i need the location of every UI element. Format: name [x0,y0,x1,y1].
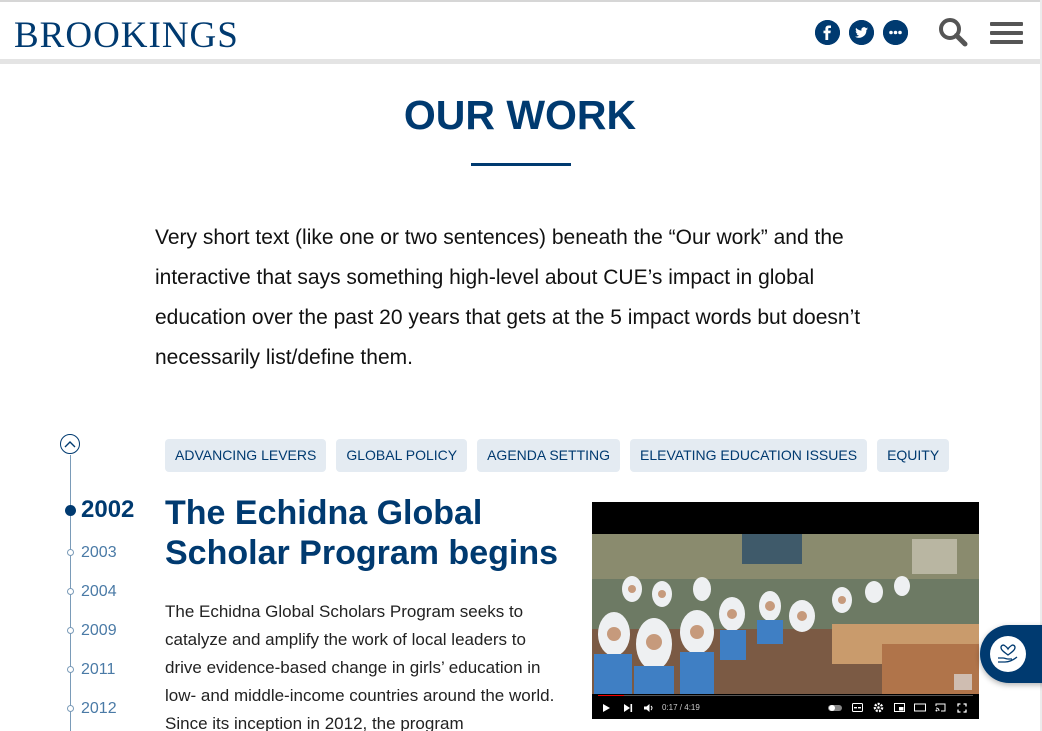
fullscreen-icon[interactable] [957,703,967,713]
tag-advancing-levers[interactable]: ADVANCING LEVERS [165,439,327,472]
section-title: OUR WORK [403,92,637,138]
autoplay-toggle-icon[interactable] [828,704,842,712]
video-frame-classroom [592,534,979,694]
tag-agenda-setting[interactable]: AGENDA SETTING [477,439,621,472]
play-icon[interactable] [602,703,611,713]
timeline-dot-active [65,505,76,516]
timeline-dot [67,705,74,712]
item-body: The Echidna Global Scholars Program seek… [165,602,555,731]
cast-icon[interactable] [935,703,946,712]
miniplayer-icon[interactable] [894,703,905,712]
search-icon[interactable] [937,16,969,48]
more-icon[interactable] [883,20,908,45]
video-time: 0:17 / 4:19 [662,703,700,712]
item-title: The Echidna Global Scholar Program begin… [165,494,558,572]
timeline-dot [67,666,74,673]
hamburger-menu-icon[interactable] [990,22,1023,44]
tag-elevating-education-issues[interactable]: ELEVATING EDUCATION ISSUES [630,439,868,472]
timeline-up-button[interactable] [60,434,80,454]
tag-global-policy[interactable]: GLOBAL POLICY [336,439,468,472]
facebook-icon[interactable] [815,20,840,45]
site-header: BROOKINGS [0,2,1040,64]
volume-icon[interactable] [643,703,654,713]
brookings-logo[interactable]: BROOKINGS [14,14,239,57]
theater-mode-icon[interactable] [914,703,926,712]
intro-text: Very short text (like one or two sentenc… [155,226,861,369]
captions-icon[interactable] [852,703,863,712]
chevron-up-icon [64,441,76,448]
timeline-year-2012[interactable]: 2012 [81,700,117,718]
next-icon[interactable] [623,703,633,713]
timeline-year-2003[interactable]: 2003 [81,544,117,562]
timeline-dot [67,588,74,595]
timeline-year-2011[interactable]: 2011 [81,661,115,679]
video-controls: 0:17 / 4:19 [592,696,979,719]
heart-hand-icon [990,636,1026,672]
timeline-year-2009[interactable]: 2009 [81,622,117,640]
video-player[interactable]: 0:17 / 4:19 [592,502,979,719]
donate-floating-button[interactable] [980,625,1042,683]
settings-gear-icon[interactable] [873,702,884,713]
timeline-year-2004[interactable]: 2004 [81,583,117,601]
impact-tags: ADVANCING LEVERS GLOBAL POLICY AGENDA SE… [165,439,950,472]
timeline-dot [67,549,74,556]
twitter-icon[interactable] [849,20,874,45]
tag-equity[interactable]: EQUITY [877,439,950,472]
timeline-dot [67,627,74,634]
timeline-year-2002[interactable]: 2002 [81,496,134,524]
title-divider [471,163,571,166]
